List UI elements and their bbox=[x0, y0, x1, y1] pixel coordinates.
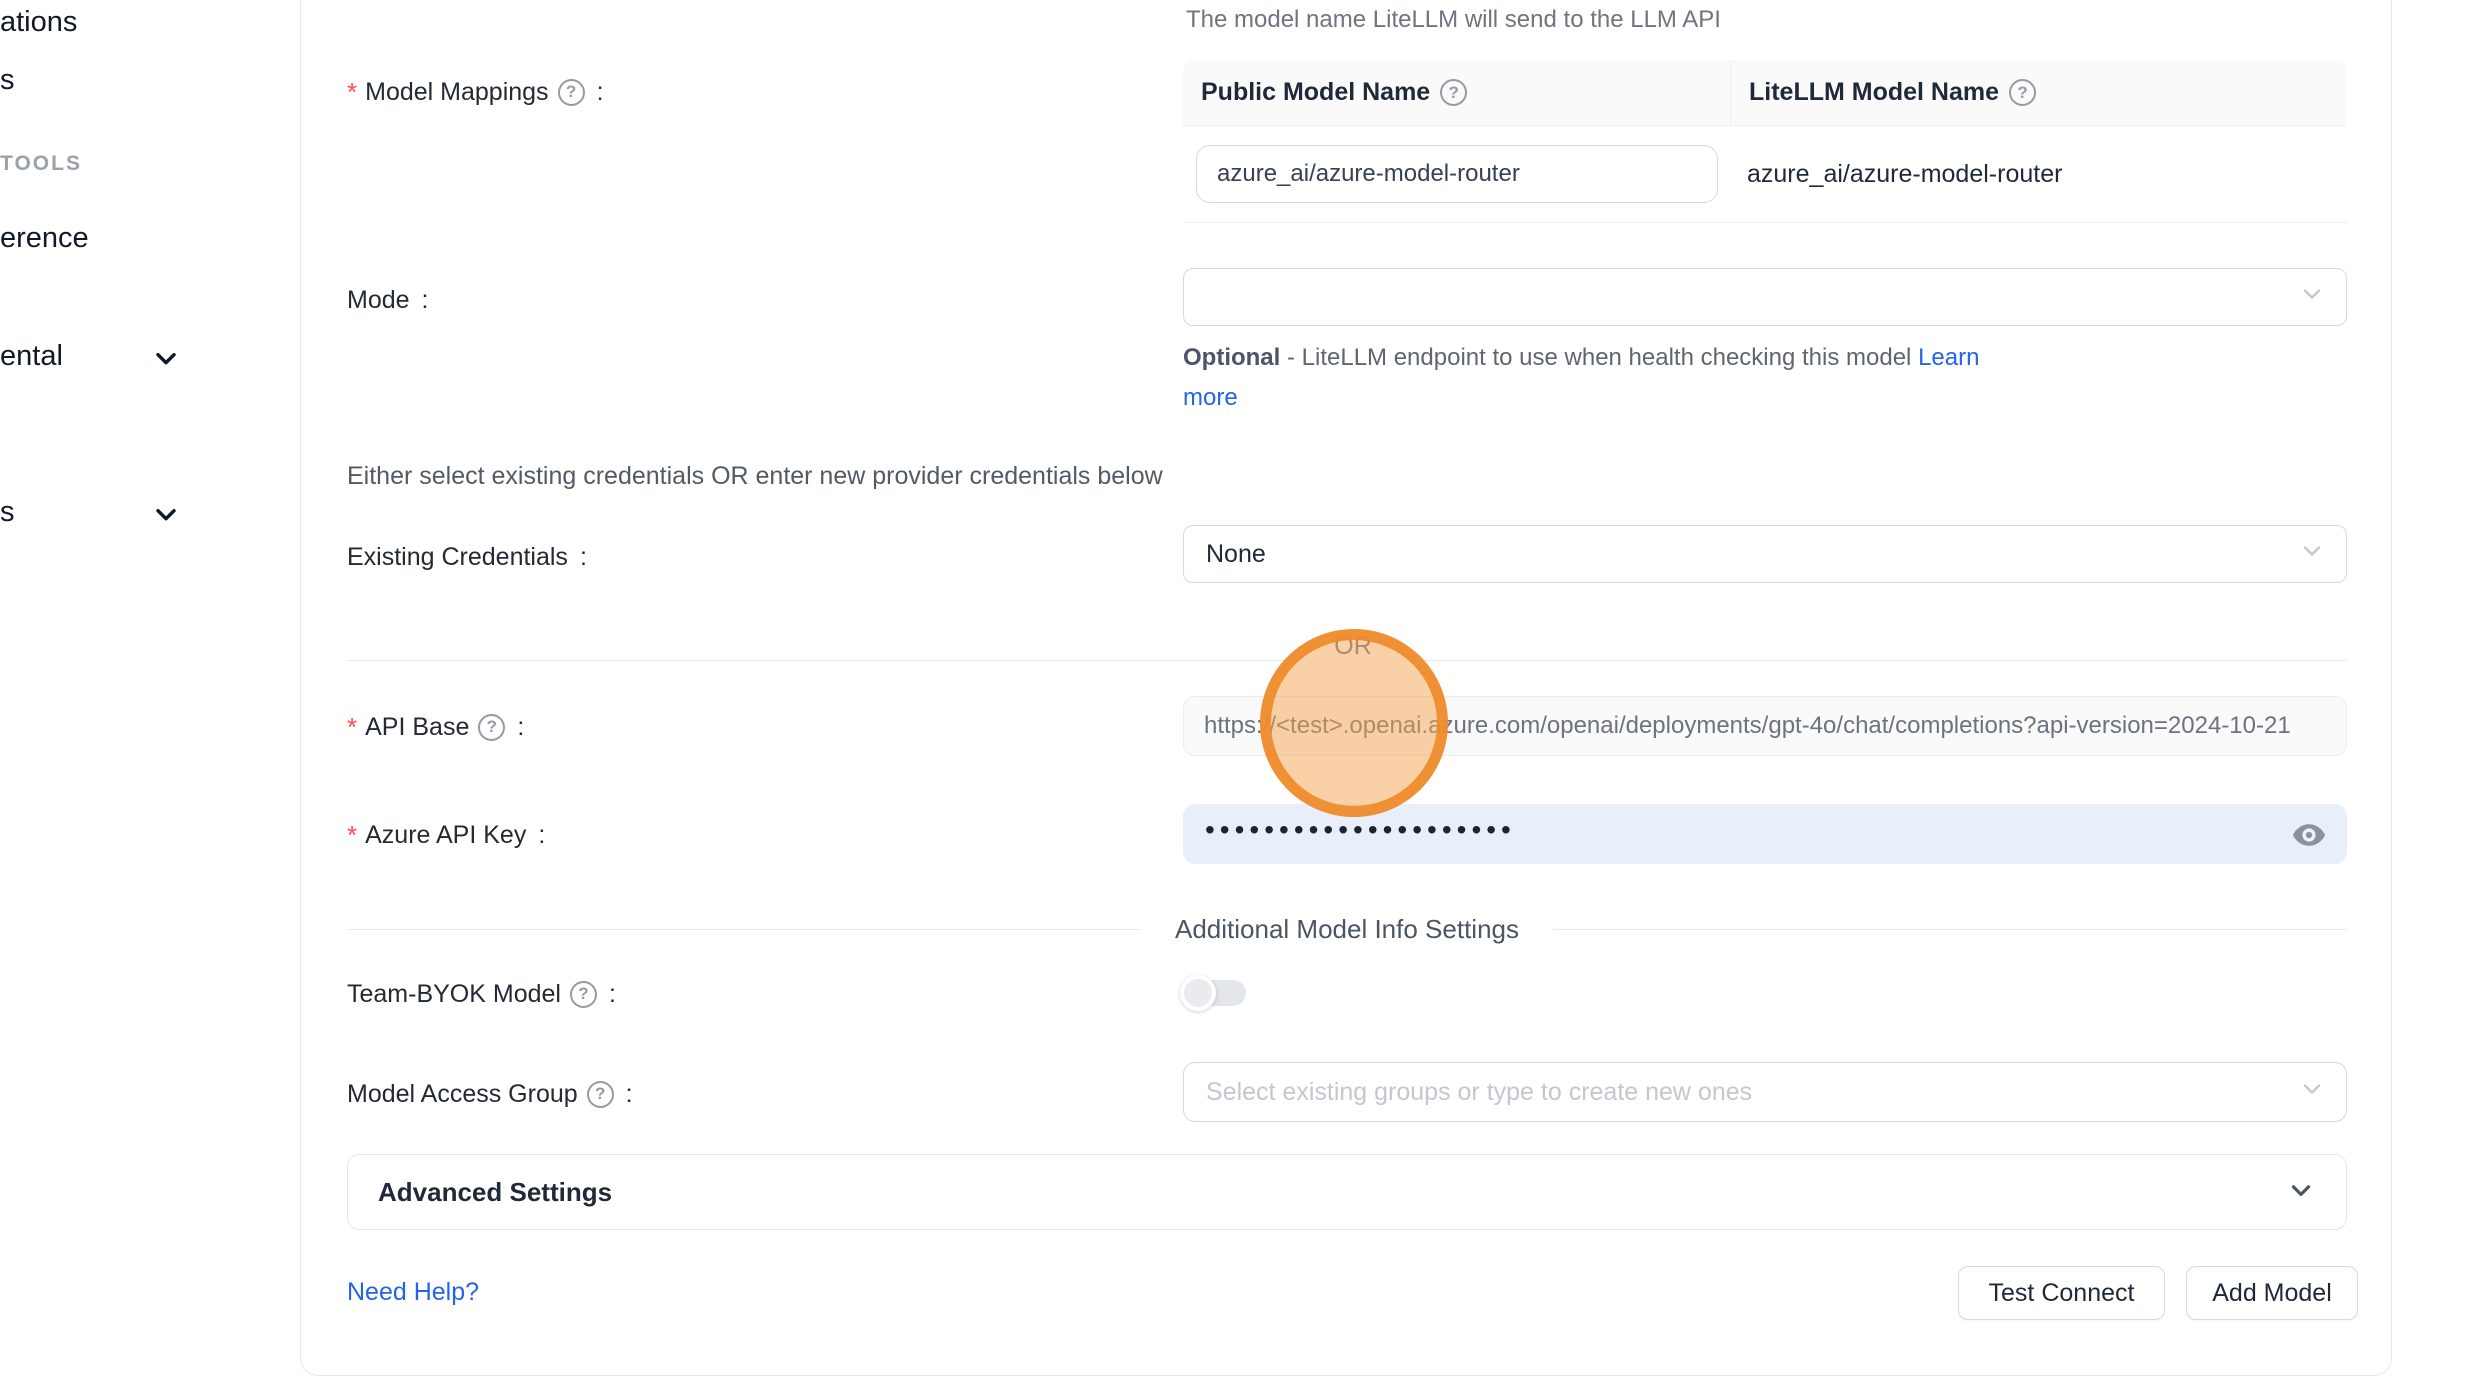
chevron-down-icon[interactable] bbox=[150, 498, 182, 535]
required-mark: * bbox=[347, 711, 357, 743]
sidebar-section-tools: TOOLS bbox=[0, 152, 82, 176]
azure-api-key-label: * Azure API Key : bbox=[347, 819, 545, 851]
help-icon[interactable]: ? bbox=[558, 79, 585, 106]
sidebar-item-label: erence bbox=[0, 222, 89, 255]
column-header-text: LiteLLM Model Name bbox=[1749, 78, 1999, 107]
team-byok-toggle[interactable] bbox=[1186, 980, 1246, 1006]
field-label-text: Existing Credentials bbox=[347, 541, 568, 573]
advanced-settings-title: Advanced Settings bbox=[378, 1177, 612, 1208]
public-model-name-cell bbox=[1183, 145, 1730, 203]
help-icon[interactable]: ? bbox=[570, 981, 597, 1008]
model-name-hint: The model name LiteLLM will send to the … bbox=[1186, 6, 1721, 34]
sidebar-item-label: ations bbox=[0, 6, 77, 39]
sidebar-item-api-reference[interactable]: erence bbox=[0, 222, 89, 255]
toggle-knob bbox=[1180, 975, 1216, 1011]
col-public-model-name: Public Model Name ? bbox=[1183, 60, 1730, 125]
sidebar-item-users[interactable]: s bbox=[0, 64, 15, 97]
field-label-text: Model Access Group bbox=[347, 1078, 578, 1110]
additional-settings-divider: Additional Model Info Settings bbox=[347, 913, 2347, 945]
sidebar-item-experimental[interactable]: ental bbox=[0, 340, 63, 373]
required-mark: * bbox=[347, 819, 357, 851]
api-base-value: https://<test>.openai.azure.com/openai/d… bbox=[1204, 712, 2291, 740]
divider-line bbox=[1553, 929, 2347, 930]
required-mark: * bbox=[347, 76, 357, 108]
sidebar-item-organizations[interactable]: ations bbox=[0, 6, 77, 39]
team-byok-label: Team-BYOK Model ? : bbox=[347, 978, 616, 1010]
field-label-text: Model Mappings bbox=[365, 76, 548, 108]
field-label-text: API Base bbox=[365, 711, 469, 743]
existing-credentials-label: Existing Credentials : bbox=[347, 541, 587, 573]
sidebar-item-label: s bbox=[0, 64, 15, 97]
help-icon[interactable]: ? bbox=[2009, 79, 2036, 106]
masked-key-value: ••••••••••••••••••••• bbox=[1205, 800, 1516, 860]
api-base-input[interactable]: https://<test>.openai.azure.com/openai/d… bbox=[1183, 696, 2347, 756]
label-colon: : bbox=[517, 711, 524, 743]
advanced-settings-panel[interactable]: Advanced Settings bbox=[347, 1154, 2347, 1230]
label-colon: : bbox=[422, 284, 429, 316]
mode-select[interactable] bbox=[1183, 268, 2347, 326]
select-placeholder: Select existing groups or type to create… bbox=[1206, 1078, 1752, 1107]
add-model-screen: ations s TOOLS erence ental s The model … bbox=[0, 0, 2477, 1385]
sidebar-item-label: s bbox=[0, 496, 15, 529]
eye-icon[interactable] bbox=[2291, 817, 2327, 853]
help-icon[interactable]: ? bbox=[478, 714, 505, 741]
col-litellm-model-name: LiteLLM Model Name ? bbox=[1730, 60, 2347, 125]
table-row: azure_ai/azure-model-router bbox=[1183, 126, 2347, 222]
divider-line bbox=[347, 929, 1141, 930]
sidebar-item-label: ental bbox=[0, 340, 63, 373]
label-colon: : bbox=[597, 76, 604, 108]
field-label-text: Team-BYOK Model bbox=[347, 978, 561, 1010]
model-access-group-select[interactable]: Select existing groups or type to create… bbox=[1183, 1062, 2347, 1122]
help-icon[interactable]: ? bbox=[1440, 79, 1467, 106]
add-model-button[interactable]: Add Model bbox=[2186, 1266, 2358, 1320]
chevron-down-icon bbox=[2298, 280, 2326, 315]
hint-bold-text: Optional bbox=[1183, 344, 1280, 371]
label-colon: : bbox=[609, 978, 616, 1010]
public-model-name-input[interactable] bbox=[1196, 145, 1718, 203]
sidebar-item-settings[interactable]: s bbox=[0, 496, 15, 529]
mode-label: Mode : bbox=[347, 284, 429, 316]
help-icon[interactable]: ? bbox=[587, 1081, 614, 1108]
hint-text: - LiteLLM endpoint to use when health ch… bbox=[1287, 344, 1911, 371]
sidebar-section-label: TOOLS bbox=[0, 152, 82, 175]
azure-api-key-input[interactable]: ••••••••••••••••••••• bbox=[1183, 804, 2347, 864]
label-colon: : bbox=[626, 1078, 633, 1110]
mode-hint: Optional - LiteLLM endpoint to use when … bbox=[1183, 338, 2013, 418]
divider-text: Additional Model Info Settings bbox=[1175, 914, 1519, 945]
chevron-down-icon bbox=[2298, 537, 2326, 572]
field-label-text: Mode bbox=[347, 284, 410, 316]
label-colon: : bbox=[538, 819, 545, 851]
label-colon: : bbox=[580, 541, 587, 573]
credentials-note: Either select existing credentials OR en… bbox=[347, 462, 1163, 491]
need-help-link[interactable]: Need Help? bbox=[347, 1278, 479, 1307]
chevron-down-icon bbox=[2286, 1175, 2316, 1210]
table-header-row: Public Model Name ? LiteLLM Model Name ? bbox=[1183, 60, 2347, 126]
litellm-model-name-value: azure_ai/azure-model-router bbox=[1730, 160, 2347, 189]
model-access-group-label: Model Access Group ? : bbox=[347, 1078, 633, 1110]
chevron-down-icon bbox=[2298, 1075, 2326, 1110]
model-mappings-table: Public Model Name ? LiteLLM Model Name ?… bbox=[1183, 60, 2347, 223]
model-mappings-label: * Model Mappings ? : bbox=[347, 76, 604, 108]
existing-credentials-select[interactable]: None bbox=[1183, 525, 2347, 583]
chevron-down-icon[interactable] bbox=[150, 342, 182, 379]
select-value: None bbox=[1206, 540, 1266, 569]
test-connect-button[interactable]: Test Connect bbox=[1958, 1266, 2165, 1320]
or-divider-text: OR bbox=[1297, 632, 1409, 661]
field-label-text: Azure API Key bbox=[365, 819, 526, 851]
api-base-label: * API Base ? : bbox=[347, 711, 524, 743]
column-header-text: Public Model Name bbox=[1201, 78, 1430, 107]
